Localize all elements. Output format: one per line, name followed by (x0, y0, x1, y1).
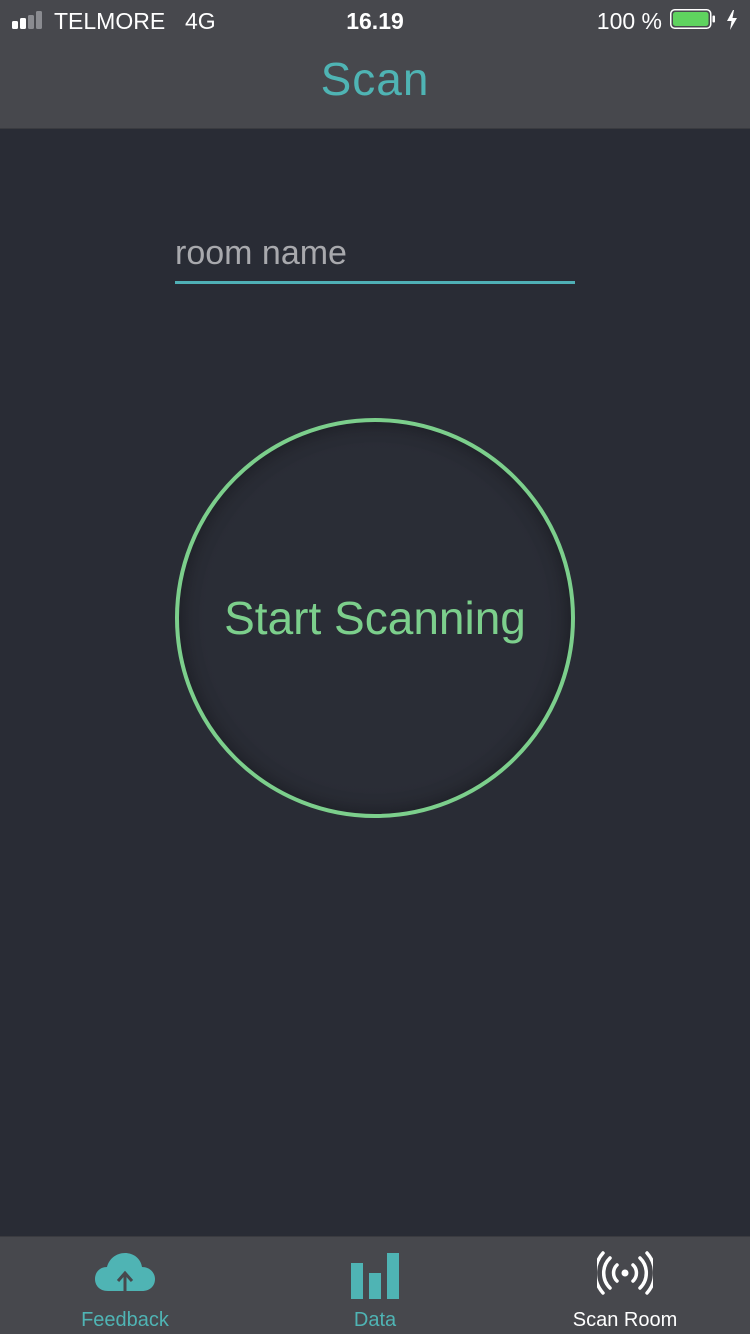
tab-bar: Feedback Data Scan Room (0, 1236, 750, 1334)
broadcast-icon (597, 1251, 653, 1295)
start-scanning-label: Start Scanning (224, 592, 526, 644)
scan-screen: TELMORE 4G 16.19 100 % Scan Start Scanni… (0, 0, 750, 1334)
tab-feedback[interactable]: Feedback (0, 1237, 250, 1334)
charging-bolt-icon (727, 10, 737, 30)
cloud-upload-icon (95, 1253, 155, 1297)
tab-feedback-label: Feedback (81, 1309, 169, 1331)
tab-scan-room-label: Scan Room (572, 1309, 678, 1331)
battery-percent: 100 % (596, 8, 662, 34)
start-scanning-button[interactable]: Start Scanning (175, 418, 575, 818)
top-bar: TELMORE 4G 16.19 100 % Scan (0, 0, 750, 129)
page-title: Scan (320, 53, 430, 105)
bar-chart-icon (351, 1253, 399, 1299)
tab-data-label: Data (353, 1309, 397, 1331)
status-bar: TELMORE 4G 16.19 100 % (0, 0, 750, 40)
tab-data[interactable]: Data (250, 1237, 500, 1334)
battery-icon (670, 9, 715, 29)
room-name-input[interactable] (175, 225, 575, 284)
tab-scan-room[interactable]: Scan Room (500, 1237, 750, 1334)
